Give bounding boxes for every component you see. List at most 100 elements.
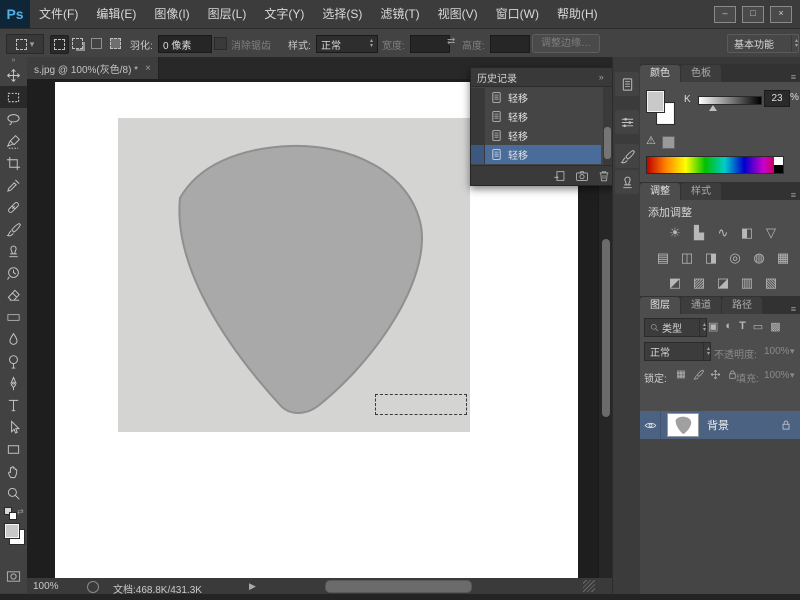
width-input[interactable] [410,35,450,53]
add-selection-mode-button[interactable] [69,35,86,52]
style-dropdown[interactable]: 正常 ▴ ▾ [316,35,378,53]
history-brush-tool[interactable] [0,262,27,284]
gradient-map-icon[interactable]: ▥ [738,274,756,291]
color-balance-icon[interactable]: ◫ [678,249,696,266]
tab-layers[interactable]: 图层 [640,297,680,314]
path-selection-tool[interactable] [0,416,27,438]
horizontal-scrollbar-thumb[interactable] [325,580,472,593]
history-panel-header[interactable]: 历史记录 » ≡ [471,68,623,87]
height-input[interactable] [490,35,530,53]
resize-grip[interactable] [583,580,595,592]
tab-paths[interactable]: 路径 [722,297,762,314]
black-white-icon[interactable]: ◨ [702,249,720,266]
filter-smart-objects-icon[interactable]: ▩ [770,320,780,333]
quick-selection-tool[interactable] [0,130,27,152]
refine-edge-button[interactable]: 调整边缘… [532,34,600,53]
tab-color[interactable]: 颜色 [640,65,680,82]
menu-select[interactable]: 选择(S) [313,0,371,28]
lock-transparent-pixels-icon[interactable]: ▦ [674,367,688,382]
foreground-color-swatch[interactable] [4,523,20,539]
history-entry-selected[interactable]: 轻移 [471,145,601,164]
new-document-from-state-icon[interactable] [553,169,567,183]
menu-filter[interactable]: 滤镜(T) [371,0,428,28]
white-swatch[interactable] [774,157,783,165]
tool-preset-picker[interactable]: ▾ [6,34,44,54]
threshold-icon[interactable]: ◪ [714,274,732,291]
menu-layer[interactable]: 图层(L) [199,0,256,28]
collapse-toolbox-icon[interactable]: » [0,57,27,64]
swap-dimensions-icon[interactable]: ⇄ [447,36,455,47]
close-button[interactable]: × [770,5,792,23]
filter-shape-layers-icon[interactable]: ▭ [753,320,763,333]
levels-icon[interactable]: ▙ [690,224,708,241]
new-snapshot-icon[interactable] [575,169,589,183]
curves-icon[interactable]: ∿ [714,224,732,241]
layer-visibility-eye-icon[interactable] [640,411,661,439]
filter-type-layers-icon[interactable]: T [739,320,746,333]
layer-name[interactable]: 背景 [707,417,729,433]
menu-image[interactable]: 图像(I) [145,0,198,28]
opacity-value[interactable]: 100% [764,346,790,357]
clone-stamp-tool[interactable] [0,240,27,262]
vibrance-icon[interactable]: ▽ [762,224,780,241]
hand-tool[interactable] [0,460,27,482]
spot-healing-tool[interactable] [0,196,27,218]
panel-menu-icon[interactable]: ≡ [791,190,800,200]
layer-filter-type-dropdown[interactable]: 类型 ▴ ▾ [644,318,707,337]
new-selection-mode-button[interactable] [50,35,69,54]
eraser-tool[interactable] [0,284,27,306]
blur-tool[interactable] [0,328,27,350]
dodge-tool[interactable] [0,350,27,372]
brightness-contrast-icon[interactable]: ☀ [666,224,684,241]
blend-mode-dropdown[interactable]: 正常 ▴ ▾ [644,342,711,361]
delete-state-icon[interactable] [597,169,611,183]
hue-saturation-icon[interactable]: ▤ [654,249,672,266]
close-tab-icon[interactable]: × [145,63,151,74]
properties-panel-icon[interactable] [615,110,639,134]
color-spectrum-ramp[interactable] [646,156,784,174]
selection-marquee[interactable] [375,394,467,415]
gamut-color-swatch[interactable] [662,136,675,149]
intersect-selection-mode-button[interactable] [107,35,124,52]
type-tool[interactable] [0,394,27,416]
history-source-well[interactable] [471,88,485,107]
history-scrollbar-thumb[interactable] [604,127,611,159]
clone-source-panel-icon[interactable] [615,170,639,194]
pen-tool[interactable] [0,372,27,394]
black-swatch[interactable] [774,165,783,173]
lock-position-icon[interactable] [708,367,722,382]
maximize-button[interactable]: □ [742,5,764,23]
panel-menu-icon[interactable]: ≡ [791,304,800,314]
subtract-selection-mode-button[interactable] [88,35,105,52]
posterize-icon[interactable]: ▨ [690,274,708,291]
feather-input[interactable]: 0 像素 [158,35,212,53]
shape-tool[interactable] [0,438,27,460]
history-entry[interactable]: 轻移 [471,107,601,126]
selective-color-icon[interactable]: ▧ [762,274,780,291]
menu-file[interactable]: 文件(F) [30,0,87,28]
tab-adjustments[interactable]: 调整 [640,183,680,200]
opacity-dropdown-icon[interactable]: ▾ [790,346,795,357]
minimize-button[interactable]: – [714,5,736,23]
history-entry[interactable]: 轻移 [471,88,601,107]
tab-styles[interactable]: 样式 [681,183,721,200]
status-flyout-icon[interactable]: ▶ [249,581,256,592]
invert-icon[interactable]: ◩ [666,274,684,291]
foreground-color-swatch[interactable] [646,90,665,113]
k-value-input[interactable]: 23 [764,90,790,107]
menu-type[interactable]: 文字(Y) [255,0,313,28]
panel-menu-icon[interactable]: ≡ [791,72,800,82]
layer-row-background[interactable]: 背景 [640,411,800,439]
photo-filter-icon[interactable]: ◎ [726,249,744,266]
color-lookup-icon[interactable]: ▦ [774,249,792,266]
history-scrollbar[interactable] [603,87,612,165]
lock-image-pixels-icon[interactable] [691,367,705,382]
tab-swatches[interactable]: 色板 [681,65,721,82]
layer-thumbnail[interactable] [667,413,699,437]
brush-tool[interactable] [0,218,27,240]
zoom-tool[interactable] [0,482,27,504]
crop-tool[interactable] [0,152,27,174]
antialias-checkbox[interactable] [214,37,227,50]
history-source-well[interactable] [471,126,485,145]
photo-image[interactable] [118,118,470,432]
